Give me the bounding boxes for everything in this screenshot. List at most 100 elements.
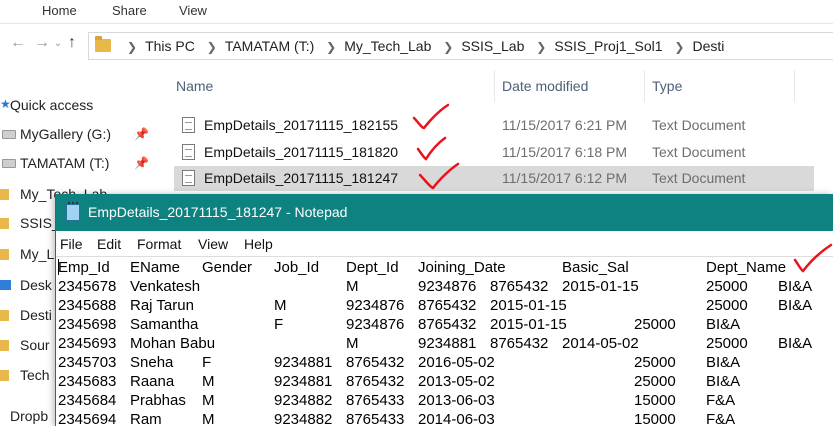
pin-icon[interactable]: 📌: [134, 156, 149, 170]
field-value: F: [274, 316, 284, 333]
navigation-bar: ← → ⌄ ↑ ❯ This PC ❯ TAMATAM (T:) ❯ My_Tech_…: [0, 28, 833, 64]
menu-edit[interactable]: Edit: [97, 236, 121, 252]
field-value: 8765432: [418, 297, 477, 314]
field-value: 25000: [634, 354, 676, 371]
up-arrow-icon[interactable]: ↑: [62, 34, 82, 52]
field-value: M: [202, 373, 215, 390]
field-value: M: [202, 392, 215, 409]
notepad-title-bar[interactable]: EmpDetails_20171115_181247 - Notepad: [56, 194, 833, 231]
field-value: BI&A: [778, 297, 813, 314]
field-value: Prabhas: [130, 392, 186, 409]
file-list: Name Date modified Type EmpDetails_20171…: [160, 70, 833, 196]
field-value: 2014-05-02: [562, 335, 639, 352]
column-name[interactable]: Name: [176, 78, 213, 94]
field-value: Mohan Babu: [130, 335, 216, 352]
breadcrumb-ssis-lab[interactable]: SSIS_Lab: [461, 38, 524, 54]
nav-item-tamatam[interactable]: TAMATAM (T:) 📌: [0, 153, 160, 175]
column-type[interactable]: Type: [652, 78, 682, 94]
column-divider[interactable]: [494, 70, 495, 102]
tab-share[interactable]: Share: [112, 3, 147, 18]
field-value: 2345694: [58, 411, 117, 426]
field-value: 2345688: [58, 297, 117, 314]
breadcrumb-ssis-proj[interactable]: SSIS_Proj1_Sol1: [554, 38, 662, 54]
field-value: 9234881: [418, 335, 477, 352]
red-check-annotation: [418, 162, 460, 190]
field-value: 9234882: [274, 392, 333, 409]
field-value: 9234881: [274, 354, 333, 371]
back-arrow-icon[interactable]: ←: [8, 34, 28, 52]
field-value: 2013-05-02: [418, 373, 495, 390]
desktop-icon: [0, 280, 11, 290]
data-line: 2345688 Raj Tarun M 9234876 8765432 2015-01-1…: [58, 297, 832, 316]
data-line: 2345698 Samantha F 9234876 8765432 2015-01-15…: [58, 316, 832, 335]
field-value: BI&A: [706, 373, 741, 390]
folder-icon: [0, 249, 9, 260]
field-value: 25000: [634, 373, 676, 390]
breadcrumb-desti[interactable]: Desti: [692, 38, 724, 54]
field-value: F&A: [706, 392, 736, 409]
notepad-window[interactable]: EmpDetails_20171115_181247 - Notepad Fil…: [55, 194, 833, 426]
field-value: BI&A: [778, 278, 813, 295]
chevron-right-icon: ❯: [674, 40, 685, 54]
field-value: 8765432: [490, 335, 549, 352]
breadcrumb-this-pc[interactable]: This PC: [145, 38, 195, 54]
field-value: M: [346, 335, 359, 352]
field-value: 2345684: [58, 392, 117, 409]
field-value: 15000: [634, 392, 676, 409]
field-value: BI&A: [778, 335, 813, 352]
field-value: M: [274, 297, 287, 314]
chevron-right-icon: ❯: [206, 40, 217, 54]
field-value: 2015-01-15: [490, 297, 567, 314]
drive-icon: [2, 130, 16, 139]
column-divider[interactable]: [644, 70, 645, 102]
field-value: Samantha: [130, 316, 199, 333]
folder-icon: [0, 218, 9, 229]
red-check-annotation: [412, 103, 450, 130]
text-editor[interactable]: Emp_Id EName Gender Job_Id Dept_Id Joini…: [56, 256, 833, 426]
menu-format[interactable]: Format: [137, 236, 181, 252]
field-value: 2345683: [58, 373, 117, 390]
data-line: 2345683 Raana M 9234881 8765432 2013-05-02 250…: [58, 373, 832, 392]
folder-icon: [0, 310, 9, 321]
field-value: 2345678: [58, 278, 117, 295]
folder-icon: [0, 340, 9, 351]
field-value: Ram: [130, 411, 162, 426]
menu-view[interactable]: View: [198, 236, 228, 252]
field-value: BI&A: [706, 354, 741, 371]
text-document-icon: [182, 170, 195, 186]
file-row[interactable]: EmpDetails_20171115_182155 11/15/2017 6:…: [174, 113, 814, 138]
field-value: 25000: [706, 335, 748, 352]
field-value: M: [202, 411, 215, 426]
field-value: Raana: [130, 373, 175, 390]
field-value: 2015-01-15: [490, 316, 567, 333]
nav-quick-access[interactable]: ★ Quick access: [0, 95, 160, 117]
red-check-annotation: [416, 136, 447, 161]
address-bar[interactable]: ❯ This PC ❯ TAMATAM (T:) ❯ My_Tech_Lab ❯ SSI…: [88, 32, 833, 60]
column-divider[interactable]: [794, 70, 795, 102]
field-value: 2016-05-02: [418, 354, 495, 371]
column-date-modified[interactable]: Date modified: [502, 78, 588, 94]
text-document-icon: [182, 144, 195, 160]
field-value: 9234876: [346, 297, 405, 314]
field-value: 2345693: [58, 335, 117, 352]
folder-icon: [0, 370, 9, 381]
text-document-icon: [182, 117, 195, 133]
breadcrumb-my-tech-lab[interactable]: My_Tech_Lab: [344, 38, 431, 54]
file-row[interactable]: EmpDetails_20171115_181820 11/15/2017 6:…: [174, 140, 814, 165]
tab-view[interactable]: View: [179, 3, 207, 18]
nav-item-mygallery[interactable]: MyGallery (G:) 📌: [0, 124, 160, 146]
data-line: 2345678 Venkatesh M 9234876 8765432 2015-01-1…: [58, 278, 832, 297]
drive-icon: [2, 159, 16, 168]
tab-home[interactable]: Home: [42, 3, 77, 18]
chevron-right-icon: ❯: [443, 40, 454, 54]
field-value: M: [346, 278, 359, 295]
breadcrumb: ❯ This PC ❯ TAMATAM (T:) ❯ My_Tech_Lab ❯ SSI…: [119, 38, 724, 54]
field-value: Venkatesh: [130, 278, 201, 295]
menu-file[interactable]: File: [60, 236, 83, 252]
file-row-selected[interactable]: EmpDetails_20171115_181247 11/15/2017 6:…: [174, 166, 814, 191]
menu-help[interactable]: Help: [244, 236, 273, 252]
field-value: 8765432: [346, 373, 405, 390]
breadcrumb-drive[interactable]: TAMATAM (T:): [225, 38, 314, 54]
pin-icon[interactable]: 📌: [134, 127, 149, 141]
red-check-annotation: [793, 243, 833, 273]
